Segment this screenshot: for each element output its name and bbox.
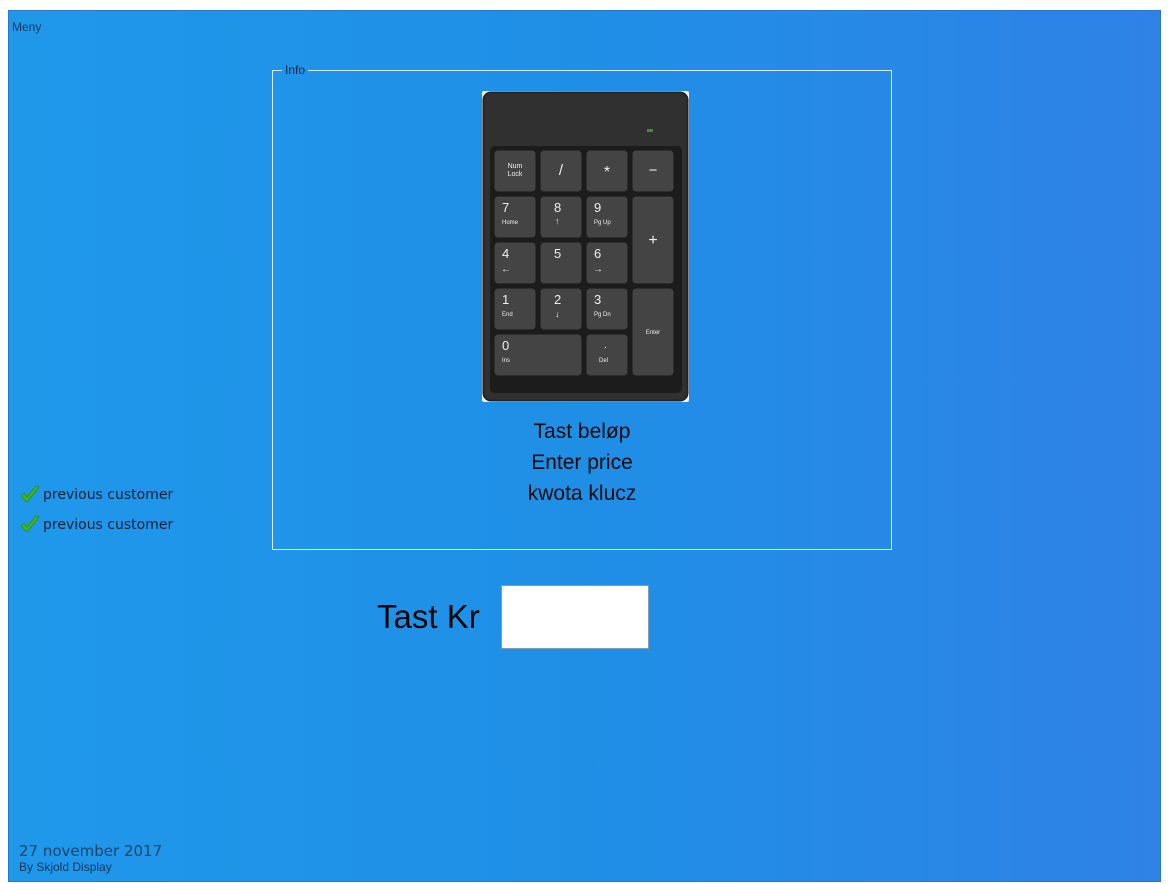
key-dot-label: . (604, 340, 607, 351)
customer-item[interactable]: previous customer (19, 510, 173, 540)
instruction-line-polish: kwota klucz (527, 482, 637, 505)
main-window: Meny Info Num Lock / * − 7 Home 8 ↑ 9 Pg… (8, 10, 1161, 882)
check-icon (20, 515, 40, 533)
key-dot: . Del (585, 333, 629, 377)
key-9-label: 9 (594, 200, 601, 215)
key-7-sub: Home (502, 220, 519, 226)
customer-item[interactable]: previous customer (19, 480, 173, 510)
key-1-sub: End (502, 312, 513, 318)
key-star: * (585, 149, 629, 193)
key-minus-label: − (649, 162, 658, 179)
amount-input[interactable] (500, 585, 649, 649)
key-6: 6 → (585, 241, 629, 285)
info-groupbox: Info Num Lock / * − 7 Home 8 ↑ 9 Pg Up +… (272, 63, 892, 550)
instruction-line-english: Enter price (531, 451, 633, 474)
key-minus: − (631, 149, 675, 193)
customer-list: previous customer previous customer (19, 480, 173, 540)
footer: 27 november 2017 By Skjold Display (19, 842, 162, 874)
key-9-sub: Pg Up (594, 220, 611, 226)
key-plus: + (631, 195, 675, 285)
key-4-label: 4 (502, 246, 509, 261)
key-7-label: 7 (502, 200, 509, 215)
key-star-label: * (604, 164, 610, 181)
key-4-sub: ← (501, 264, 511, 275)
key-0: 0 Ins (493, 333, 583, 377)
amount-row: Tast Kr (377, 583, 649, 651)
numeric-keypad-image: Num Lock / * − 7 Home 8 ↑ 9 Pg Up + 4 ← … (482, 91, 689, 402)
key-3: 3 Pg Dn (585, 287, 629, 331)
key-0-sub: Ins (502, 358, 510, 364)
info-legend: Info (282, 63, 309, 77)
key-8-label: 8 (554, 200, 561, 215)
footer-credit: By Skjold Display (19, 860, 112, 874)
key-2-label: 2 (554, 292, 561, 307)
menu-label[interactable]: Meny (12, 20, 41, 34)
key-num-lock: Num Lock (493, 149, 537, 193)
key-3-sub: Pg Dn (594, 312, 611, 318)
key-8-sub: ↑ (555, 216, 560, 226)
key-enter: Enter (631, 287, 675, 377)
check-icon (20, 485, 40, 503)
key-num-lock-label-2: Lock (508, 171, 523, 178)
key-enter-label: Enter (646, 330, 660, 336)
key-slash: / (539, 149, 583, 193)
key-9: 9 Pg Up (585, 195, 629, 239)
key-0-label: 0 (502, 338, 509, 353)
key-1: 1 End (493, 287, 537, 331)
key-1-label: 1 (502, 292, 509, 307)
key-num-lock-label-1: Num (508, 163, 523, 170)
key-8: 8 ↑ (539, 195, 583, 239)
key-6-label: 6 (594, 246, 601, 261)
key-dot-sub: Del (599, 358, 608, 364)
keypad-illustration: Num Lock / * − 7 Home 8 ↑ 9 Pg Up + 4 ← … (482, 91, 689, 402)
key-2: 2 ↓ (539, 287, 583, 331)
key-plus-label: + (648, 232, 657, 249)
footer-date: 27 november 2017 (19, 842, 163, 860)
key-7: 7 Home (493, 195, 537, 239)
key-4: 4 ← (493, 241, 537, 285)
key-2-sub: ↓ (555, 309, 560, 319)
key-5: 5 (539, 241, 583, 285)
key-3-label: 3 (594, 292, 601, 307)
key-5-label: 5 (554, 246, 561, 261)
instruction-line-norwegian: Tast beløp (533, 420, 631, 443)
customer-label: previous customer (43, 517, 174, 533)
amount-label: Tast Kr (377, 598, 480, 635)
key-6-sub: → (593, 264, 603, 275)
customer-label: previous customer (43, 487, 174, 503)
info-instructions: Tast beløp Enter price kwota klucz (273, 416, 891, 509)
